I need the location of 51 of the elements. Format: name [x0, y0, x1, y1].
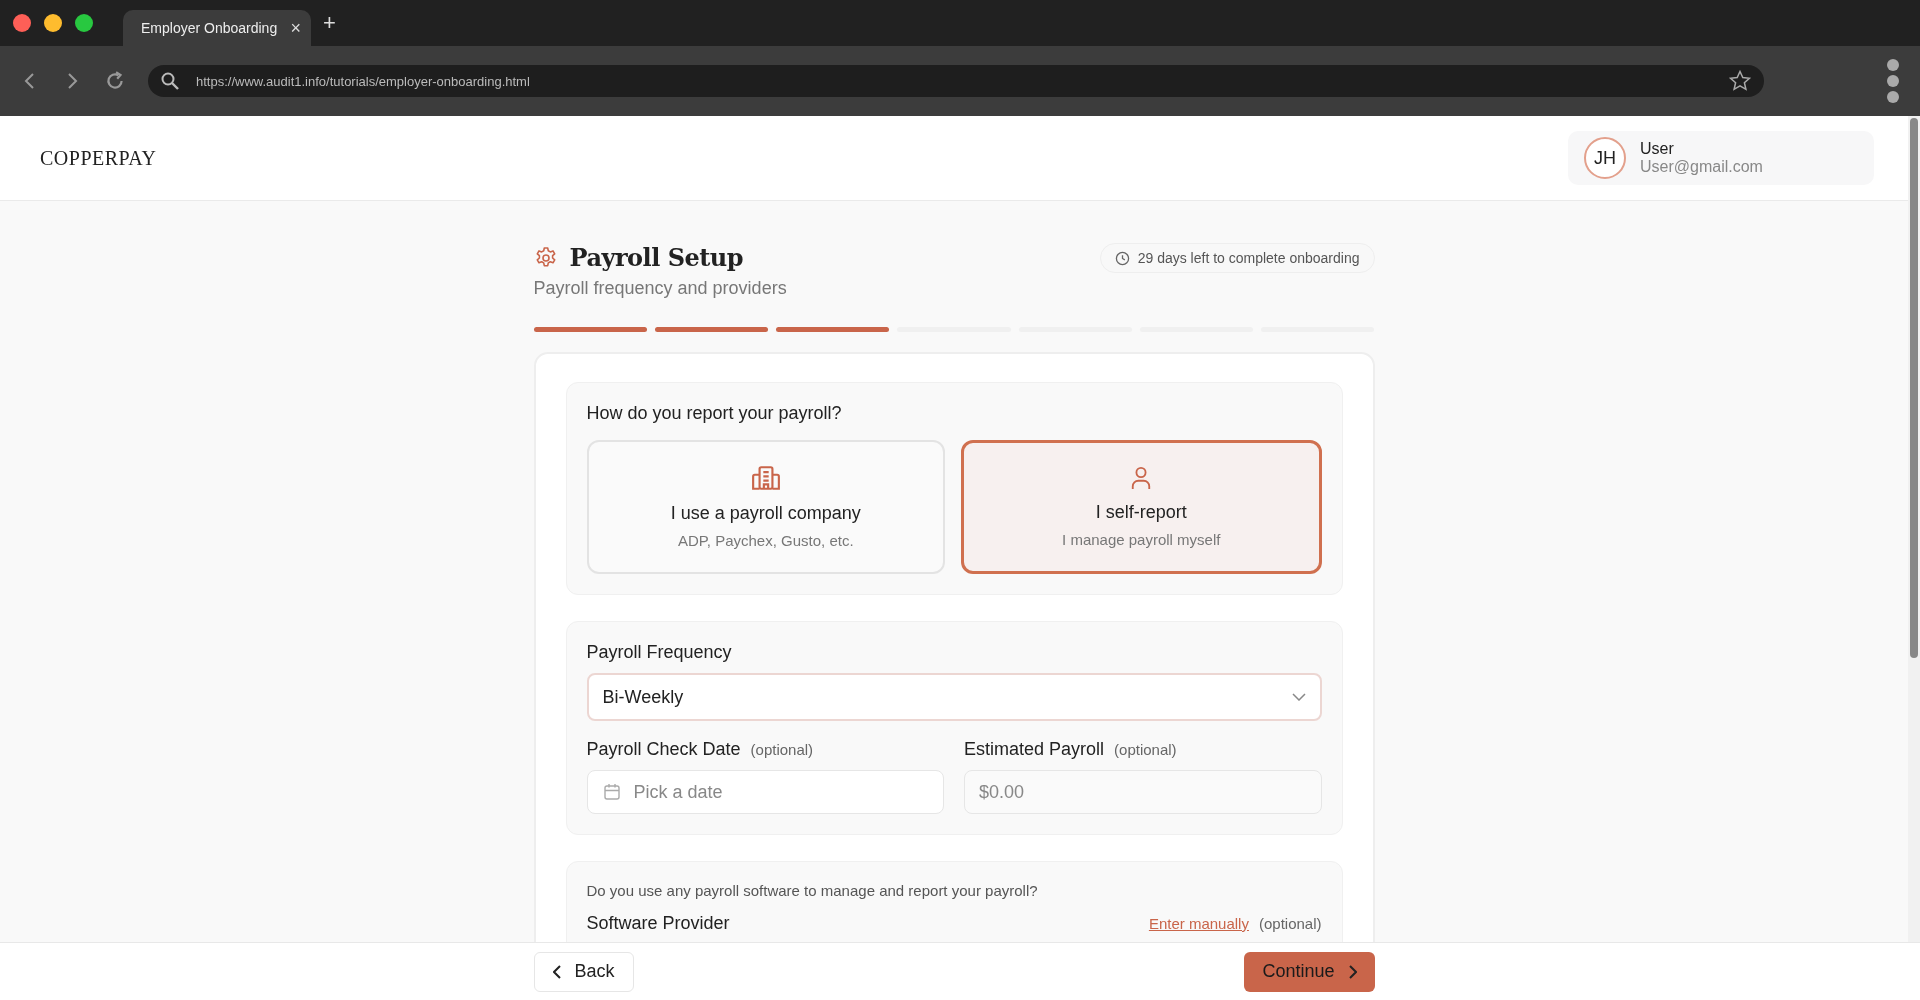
reload-icon[interactable]	[104, 70, 126, 92]
address-bar[interactable]: https://www.audit1.info/tutorials/employer-onboarding.html	[148, 65, 1764, 97]
date-field[interactable]: Pick a date	[586, 770, 944, 814]
close-tab-button[interactable]: ×	[290, 17, 301, 39]
minimize-window-button[interactable]	[44, 14, 62, 32]
chevron-left-icon	[552, 964, 561, 979]
close-window-button[interactable]	[13, 14, 31, 32]
menu-icon[interactable]	[1886, 58, 1900, 104]
field-label: Payroll Check Date	[586, 739, 741, 760]
scrollbar[interactable]	[1908, 116, 1920, 942]
amount-field[interactable]: $0.00	[964, 770, 1322, 814]
url-text: https://www.audit1.info/tutorials/employer-onboarding.html	[196, 73, 530, 89]
field-label: Software Provider	[586, 913, 730, 934]
option-title: I use a payroll company	[670, 503, 861, 524]
frequency-dropdown[interactable]: Bi-Weekly	[586, 673, 1322, 721]
maximize-window-button[interactable]	[75, 14, 93, 32]
field-label: Estimated Payroll	[964, 739, 1105, 760]
new-tab-button[interactable]: +	[323, 10, 336, 36]
continue-button[interactable]: Continue	[1244, 951, 1375, 992]
deadline-text: 29 days left to complete onboarding	[1137, 250, 1360, 266]
tab-title: Employer Onboarding	[141, 20, 278, 36]
optional-hint: (optional)	[750, 741, 814, 758]
question-label: How do you report your payroll?	[586, 403, 843, 424]
option-card[interactable]: I use a payroll company ADP, Paychex, Gusto, etc.	[586, 440, 945, 574]
star-icon[interactable]	[1728, 69, 1752, 93]
avatar: JH	[1584, 137, 1626, 179]
back-button[interactable]: Back	[533, 951, 634, 992]
chevron-right-icon	[1348, 964, 1357, 979]
clock-icon	[1114, 250, 1130, 266]
person-icon	[1130, 466, 1153, 490]
page-title: Payroll Setup	[569, 243, 744, 272]
option-description: ADP, Paychex, Gusto, etc.	[677, 532, 854, 549]
page-subtitle: Payroll frequency and providers	[533, 278, 787, 299]
user-card[interactable]: JH User User@gmail.com	[1568, 131, 1874, 185]
option-card[interactable]: I self-report I manage payroll myself	[961, 440, 1322, 574]
optional-hint: (optional)	[1258, 915, 1322, 932]
question-label: Do you use any payroll software to manage and report your payroll?	[586, 882, 1039, 899]
enter-manually-link[interactable]: Enter manually	[1148, 915, 1249, 932]
logo[interactable]: COPPERPAY	[40, 146, 157, 170]
scrollbar-thumb[interactable]	[1910, 118, 1918, 658]
option-description: I manage payroll myself	[1062, 531, 1221, 548]
building-icon	[750, 465, 781, 491]
user-name: User	[1640, 140, 1675, 158]
chevron-down-icon	[1291, 693, 1306, 701]
field-label: Payroll Frequency	[586, 642, 733, 663]
optional-hint: (optional)	[1114, 741, 1177, 758]
search-icon	[160, 71, 180, 91]
browser-tab[interactable]: Employer Onboarding ×	[123, 10, 311, 46]
user-email: User@gmail.com	[1640, 158, 1763, 176]
option-title: I self-report	[1095, 502, 1187, 523]
calendar-icon	[602, 783, 621, 801]
